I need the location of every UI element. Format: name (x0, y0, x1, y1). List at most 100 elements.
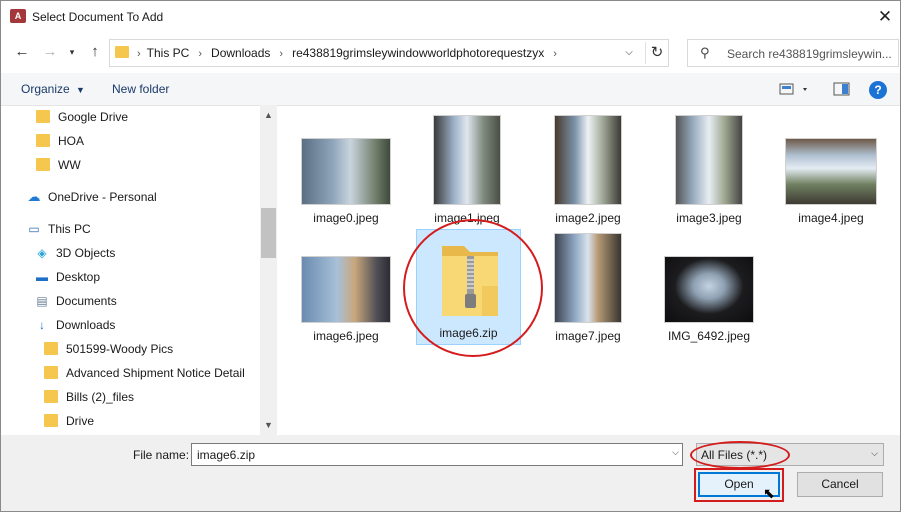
file-name: image2.jpeg (555, 211, 621, 225)
view-options-button[interactable] (779, 80, 811, 98)
sidebar-item-downloads[interactable]: ↓ Downloads (34, 314, 115, 336)
chevron-right-icon[interactable]: › (198, 48, 202, 60)
chevron-right-icon: › (137, 48, 141, 60)
preview-pane-icon (833, 82, 850, 96)
navigation-bar: ← → ▾ ↑ › This PC › Downloads › re438819grims… (1, 37, 900, 69)
desktop-icon: ▬ (36, 270, 48, 284)
file-name-field[interactable]: image6.zip ⌵ (191, 443, 683, 466)
sidebar-item-label: Documents (56, 294, 117, 308)
up-arrow-icon: ↑ (91, 43, 99, 60)
address-bar[interactable]: › This PC › Downloads › re438819grimsleywindo… (109, 39, 669, 67)
close-button[interactable]: ✕ (870, 1, 900, 32)
refresh-icon: ↻ (650, 44, 664, 61)
search-input[interactable]: ⚲ Search re438819grimsleywin... (687, 39, 899, 67)
breadcrumb-downloads[interactable]: Downloads (211, 46, 270, 60)
sidebar-item-desktop[interactable]: ▬ Desktop (34, 266, 100, 288)
sidebar-item-onedrive[interactable]: ☁ OneDrive - Personal (26, 186, 157, 208)
folder-icon (36, 110, 50, 123)
chevron-right-icon[interactable]: › (279, 48, 283, 60)
file-name: IMG_6492.jpeg (667, 329, 751, 343)
close-icon: ✕ (877, 7, 893, 26)
sidebar-item-label: Advanced Shipment Notice Detail (66, 366, 245, 380)
scroll-up-icon[interactable]: ▲ (260, 107, 277, 123)
sidebar-item-documents[interactable]: ▤ Documents (34, 290, 117, 312)
file-name-label: File name: (133, 448, 190, 462)
chevron-right-icon[interactable]: › (553, 48, 557, 60)
photo-thumbnail (554, 233, 622, 323)
search-placeholder: Search re438819grimsleywin... (727, 47, 892, 61)
sidebar-scrollbar[interactable]: ▲ ▼ (260, 105, 277, 435)
photo-thumbnail (301, 256, 391, 323)
computer-icon: ▭ (28, 222, 40, 236)
file-list: image0.jpeg image1.jpeg image2.jpeg imag… (278, 105, 900, 435)
navigation-pane: Google Drive HOA WW ☁ OneDrive - Personal… (1, 105, 277, 435)
folder-icon (44, 390, 58, 403)
folder-icon (36, 158, 50, 171)
sidebar-item-label: This PC (48, 222, 91, 236)
sidebar-item-google-drive[interactable]: Google Drive (36, 106, 128, 128)
back-button[interactable]: ← (12, 42, 32, 62)
document-icon: ▤ (36, 294, 48, 308)
file-name: image3.jpeg (676, 211, 742, 225)
folder-icon (44, 414, 58, 427)
file-name: image0.jpeg (313, 211, 379, 225)
chevron-down-icon[interactable]: ⌵ (672, 447, 679, 458)
sidebar-item-woody-pics[interactable]: 501599-Woody Pics (44, 338, 173, 360)
search-icon: ⚲ (700, 45, 710, 60)
chevron-down-icon: ▾ (69, 47, 75, 57)
file-open-dialog: A Select Document To Add ✕ ← → ▾ ↑ › This… (0, 0, 901, 512)
cloud-icon: ☁ (27, 189, 41, 204)
new-folder-button[interactable]: New folder (112, 82, 169, 96)
organize-button[interactable]: Organize ▼ (21, 82, 85, 96)
access-app-icon: A (10, 9, 26, 23)
photo-thumbnail (554, 115, 622, 205)
organize-label: Organize (21, 82, 70, 96)
cancel-button[interactable]: Cancel (797, 472, 883, 497)
file-name-value: image6.zip (197, 448, 256, 462)
forward-button[interactable]: → (40, 42, 60, 62)
scroll-down-icon[interactable]: ▼ (260, 417, 277, 433)
photo-thumbnail (664, 256, 754, 323)
folder-icon (115, 46, 129, 58)
sidebar-item-label: HOA (58, 134, 85, 148)
title-bar: A Select Document To Add ✕ (1, 1, 900, 32)
command-toolbar: Organize ▼ New folder ? (1, 73, 900, 106)
sidebar-item-hoa[interactable]: HOA (36, 130, 84, 152)
preview-pane-button[interactable] (833, 80, 851, 98)
folder-icon (44, 366, 58, 379)
sidebar-item-ww[interactable]: WW (36, 154, 81, 176)
sidebar-item-drive[interactable]: Drive (44, 410, 94, 432)
chevron-down-icon: ⌵ (625, 47, 633, 58)
sidebar-item-label: Downloads (56, 318, 116, 332)
breadcrumb: › This PC › Downloads › re438819grimsleywindo… (137, 46, 566, 60)
recent-locations-button[interactable]: ▾ (62, 42, 82, 62)
breadcrumb-current-folder[interactable]: re438819grimsleywindowworldphotorequestz… (292, 46, 544, 60)
mouse-cursor-icon: ⬉ (763, 485, 775, 501)
sidebar-item-advanced-shipment[interactable]: Advanced Shipment Notice Detail (44, 362, 245, 384)
annotation-circle (690, 441, 790, 469)
address-dropdown-button[interactable]: ⌵ (618, 42, 640, 64)
annotation-circle (403, 219, 543, 357)
photo-thumbnail (433, 115, 501, 205)
scrollbar-thumb[interactable] (261, 208, 276, 258)
refresh-button[interactable]: ↻ (645, 42, 668, 64)
up-button[interactable]: ↑ (85, 42, 105, 62)
sidebar-item-label: 501599-Woody Pics (66, 342, 174, 356)
file-name: image7.jpeg (555, 329, 621, 343)
help-icon[interactable]: ? (869, 81, 887, 99)
sidebar-item-label: 3D Objects (56, 246, 116, 260)
sidebar-item-3d-objects[interactable]: ◈ 3D Objects (34, 242, 115, 264)
sidebar-item-label: WW (58, 158, 81, 172)
chevron-down-icon: ▼ (76, 85, 85, 95)
sidebar-item-this-pc[interactable]: ▭ This PC (26, 218, 91, 240)
cube-icon: ◈ (37, 246, 47, 260)
sidebar-item-label: Desktop (56, 270, 101, 284)
file-name: image4.jpeg (798, 211, 864, 225)
photo-thumbnail (301, 138, 391, 205)
sidebar-item-label: Google Drive (58, 110, 129, 124)
view-icon (779, 83, 807, 95)
sidebar-item-bills-files[interactable]: Bills (2)_files (44, 386, 134, 408)
breadcrumb-this-pc[interactable]: This PC (147, 46, 190, 60)
photo-thumbnail (785, 138, 877, 205)
sidebar-item-label: Bills (2)_files (66, 390, 135, 404)
